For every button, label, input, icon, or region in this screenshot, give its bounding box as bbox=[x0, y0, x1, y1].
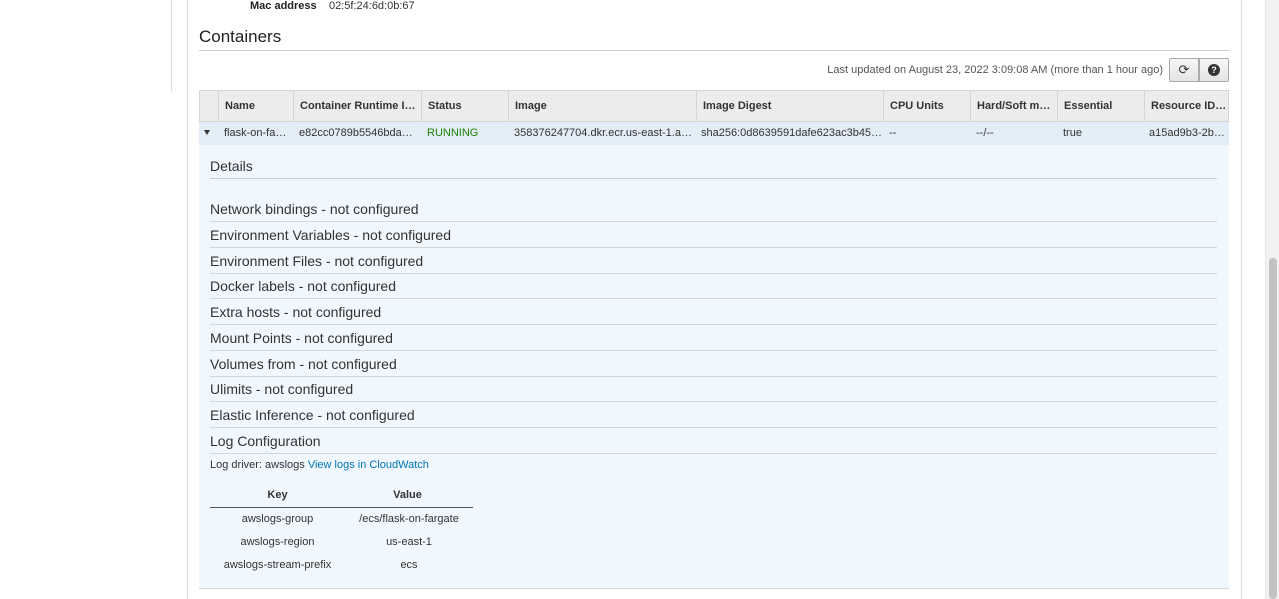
column-header-runtime-id[interactable]: Container Runtime I… bbox=[293, 91, 421, 121]
scrollbar-thumb[interactable] bbox=[1269, 258, 1277, 599]
refresh-button[interactable]: ⟳ bbox=[1169, 58, 1199, 82]
help-button[interactable]: ? bbox=[1199, 58, 1229, 82]
refresh-icon: ⟳ bbox=[1178, 62, 1190, 77]
log-value-cell: /ecs/flask-on-fargate bbox=[359, 513, 459, 525]
log-driver-label: Log driver: awslogs bbox=[210, 459, 305, 471]
container-details-panel: Details Network bindings - not configure… bbox=[199, 145, 1229, 589]
log-table-divider bbox=[210, 507, 473, 508]
cell-cpu-units: -- bbox=[889, 127, 897, 139]
cell-resource-id: a15ad9b3-2b… bbox=[1149, 127, 1225, 139]
column-header-image[interactable]: Image bbox=[508, 91, 696, 121]
section-ulimits[interactable]: Ulimits - not configured bbox=[210, 376, 1217, 402]
section-divider bbox=[199, 50, 1229, 51]
view-logs-link[interactable]: View logs in CloudWatch bbox=[308, 459, 429, 471]
column-header-status[interactable]: Status bbox=[421, 91, 508, 121]
log-key-cell: awslogs-group bbox=[241, 513, 314, 525]
left-navigation-rail bbox=[0, 0, 172, 92]
column-header-essential[interactable]: Essential bbox=[1057, 91, 1144, 121]
column-header-image-digest[interactable]: Image Digest bbox=[696, 91, 883, 121]
section-elastic-inference[interactable]: Elastic Inference - not configured bbox=[210, 402, 1217, 428]
help-icon: ? bbox=[1208, 64, 1220, 76]
cell-image: 358376247704.dkr.ecr.us-east-1.a… bbox=[514, 127, 692, 139]
column-header-memory[interactable]: Hard/Soft m… bbox=[970, 91, 1057, 121]
last-updated-text: Last updated on August 23, 2022 3:09:08 … bbox=[827, 64, 1163, 76]
log-driver-line: Log driver: awslogs View logs in CloudWa… bbox=[210, 459, 429, 471]
section-mount-points[interactable]: Mount Points - not configured bbox=[210, 325, 1217, 351]
containers-table-header: Name Container Runtime I… Status Image I… bbox=[199, 90, 1229, 122]
log-table-key-header: Key bbox=[267, 489, 288, 501]
log-table-value-header: Value bbox=[393, 489, 422, 501]
mac-address-value: 02:5f:24:6d:0b:67 bbox=[329, 0, 415, 12]
cell-image-digest: sha256:0d8639591dafe623ac3b45… bbox=[701, 127, 882, 139]
table-row[interactable]: flask-on-fa… e82cc0789b5546bda… RUNNING … bbox=[199, 122, 1229, 145]
containers-heading: Containers bbox=[199, 27, 282, 46]
log-value-cell: us-east-1 bbox=[386, 536, 432, 548]
vertical-scrollbar[interactable] bbox=[1265, 0, 1279, 599]
log-key-cell: awslogs-stream-prefix bbox=[223, 559, 332, 571]
column-header-cpu-units[interactable]: CPU Units bbox=[883, 91, 970, 121]
column-header-name[interactable]: Name bbox=[218, 91, 293, 121]
log-value-cell: ecs bbox=[400, 559, 418, 571]
section-environment-variables[interactable]: Environment Variables - not configured bbox=[210, 222, 1217, 248]
details-divider bbox=[210, 178, 1217, 179]
cell-memory: --/-- bbox=[976, 127, 994, 139]
cell-essential: true bbox=[1063, 127, 1082, 139]
column-header-resource-id[interactable]: Resource ID… bbox=[1144, 91, 1228, 121]
section-log-configuration[interactable]: Log Configuration bbox=[210, 428, 1217, 454]
section-extra-hosts[interactable]: Extra hosts - not configured bbox=[210, 299, 1217, 325]
mac-address-row: Mac address 02:5f:24:6d:0b:67 bbox=[250, 0, 415, 12]
details-heading: Details bbox=[210, 158, 253, 174]
section-environment-files[interactable]: Environment Files - not configured bbox=[210, 248, 1217, 274]
cell-name: flask-on-fa… bbox=[224, 127, 287, 139]
mac-address-label: Mac address bbox=[250, 0, 317, 12]
section-docker-labels[interactable]: Docker labels - not configured bbox=[210, 273, 1217, 299]
status-badge: RUNNING bbox=[427, 127, 479, 139]
section-volumes-from[interactable]: Volumes from - not configured bbox=[210, 351, 1217, 377]
section-network-bindings[interactable]: Network bindings - not configured bbox=[210, 196, 1217, 222]
expand-caret-icon[interactable] bbox=[204, 130, 210, 135]
log-key-cell: awslogs-region bbox=[240, 536, 315, 548]
cell-runtime-id: e82cc0789b5546bda… bbox=[299, 127, 413, 139]
